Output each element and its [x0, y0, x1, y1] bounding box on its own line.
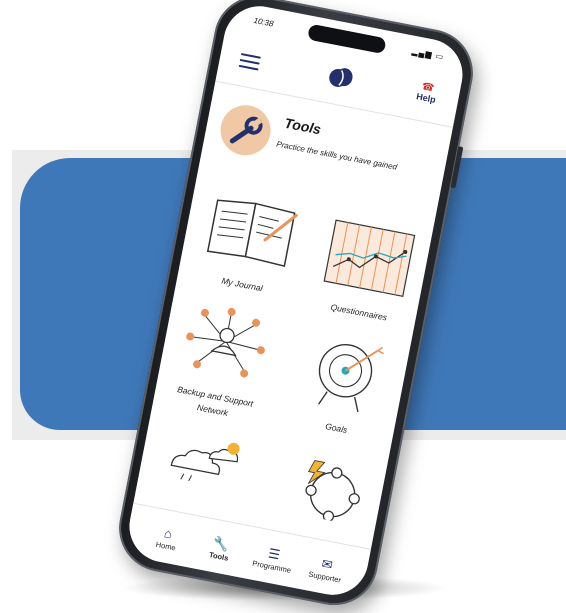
- phone-screen: 10:38 ▂▄▆ ▭ ☎ Help Tools Practice the sk…: [123, 0, 469, 601]
- tile-support-network[interactable]: Backup and Support Network: [157, 296, 287, 428]
- tab-home[interactable]: ⌂ Home: [139, 521, 195, 555]
- journal-icon: [206, 199, 298, 268]
- phone-device: 10:38 ▂▄▆ ▭ ☎ Help Tools Practice the sk…: [111, 0, 481, 613]
- page-title: Tools: [283, 114, 323, 138]
- status-signal-battery: ▂▄▆ ▭: [411, 46, 445, 62]
- cycle-lightning-icon: [305, 460, 360, 522]
- network-people-icon: [186, 307, 265, 378]
- menu-icon[interactable]: [238, 52, 261, 71]
- tab-programme[interactable]: ☰ Programme: [245, 542, 301, 576]
- status-time: 10:38: [252, 15, 275, 29]
- help-button[interactable]: ☎ Help: [407, 80, 446, 107]
- app-logo-icon: [329, 68, 353, 87]
- tile-questionnaires[interactable]: Questionnaires: [304, 211, 431, 329]
- tab-tools[interactable]: 🔧 Tools: [192, 531, 248, 565]
- page-subtitle: Practice the skills you have gained: [275, 139, 398, 172]
- tools-wrench-icon: [216, 100, 275, 160]
- tile-my-journal[interactable]: My Journal: [187, 184, 314, 302]
- tab-supporter[interactable]: ✉ Supporter: [298, 552, 354, 586]
- tile-label: Backup and Support Network: [176, 384, 254, 418]
- weather-cloud-icon: [170, 442, 240, 482]
- tile-goals[interactable]: Goals: [281, 327, 408, 445]
- target-icon: [318, 344, 384, 413]
- chart-grid-icon: [323, 219, 416, 297]
